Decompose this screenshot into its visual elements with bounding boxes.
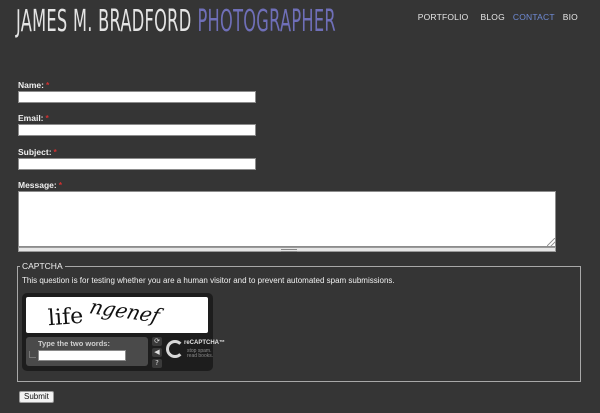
captcha-word-2: ngenef (86, 297, 163, 328)
help-icon[interactable]: ? (152, 359, 162, 368)
captcha-image: life ngenef (26, 297, 208, 333)
captcha-type-label: Type the two words: (38, 339, 110, 348)
audio-icon[interactable]: ◀ (152, 348, 162, 357)
recaptcha-logo: reCAPTCHA™ stop spam. read books. (166, 337, 225, 367)
captcha-input-panel: Type the two words: (26, 337, 148, 366)
recaptcha-arrow-icon (166, 340, 184, 358)
required-marker: * (45, 113, 49, 123)
recaptcha-widget: life ngenef Type the two words: ⟳ ◀ ? re… (22, 293, 225, 371)
captcha-description: This question is for testing whether you… (22, 276, 395, 285)
subject-label-text: Subject: (18, 147, 52, 157)
notch-icon (29, 351, 36, 358)
grip-handle-icon (281, 249, 297, 252)
logo-name: JAMES M. BRADFORD (16, 4, 192, 39)
subject-field[interactable] (18, 158, 256, 170)
recaptcha-tagline: stop spam. read books. (187, 349, 213, 359)
email-label-text: Email: (18, 113, 44, 123)
textarea-resize-grip[interactable] (18, 247, 556, 252)
refresh-icon[interactable]: ⟳ (152, 337, 162, 346)
required-marker: * (53, 147, 57, 157)
submit-button[interactable]: Submit (19, 391, 54, 403)
message-label: Message: * (18, 180, 62, 190)
nav-contact[interactable]: CONTACT (513, 12, 555, 22)
site-logo[interactable]: JAMES M. BRADFORD PHOTOGRAPHER (16, 4, 336, 39)
resize-corner-icon[interactable] (547, 238, 555, 246)
captcha-response-input[interactable] (38, 350, 126, 361)
captcha-word-1: life (47, 303, 85, 332)
nav-portfolio[interactable]: PORTFOLIO (418, 12, 469, 22)
email-label: Email: * (18, 113, 49, 123)
required-marker: * (58, 180, 63, 190)
site-header: JAMES M. BRADFORD PHOTOGRAPHER PORTFOLIO … (0, 0, 600, 60)
email-field[interactable] (18, 124, 256, 136)
name-field[interactable] (18, 91, 256, 103)
nav-bio[interactable]: BIO (563, 12, 578, 22)
message-field[interactable] (18, 191, 556, 247)
logo-role: PHOTOGRAPHER (197, 4, 336, 39)
name-label: Name: * (18, 80, 49, 90)
main-nav: PORTFOLIO BLOG CONTACT BIO (418, 12, 578, 22)
subject-label: Subject: * (18, 147, 57, 157)
nav-blog[interactable]: BLOG (480, 12, 504, 22)
captcha-legend: CAPTCHA (20, 261, 65, 271)
name-label-text: Name: (18, 80, 44, 90)
required-marker: * (45, 80, 50, 90)
message-label-text: Message: (18, 180, 57, 190)
recaptcha-tagline-2: read books. (187, 353, 214, 359)
recaptcha-logo-text: reCAPTCHA™ (184, 340, 226, 346)
